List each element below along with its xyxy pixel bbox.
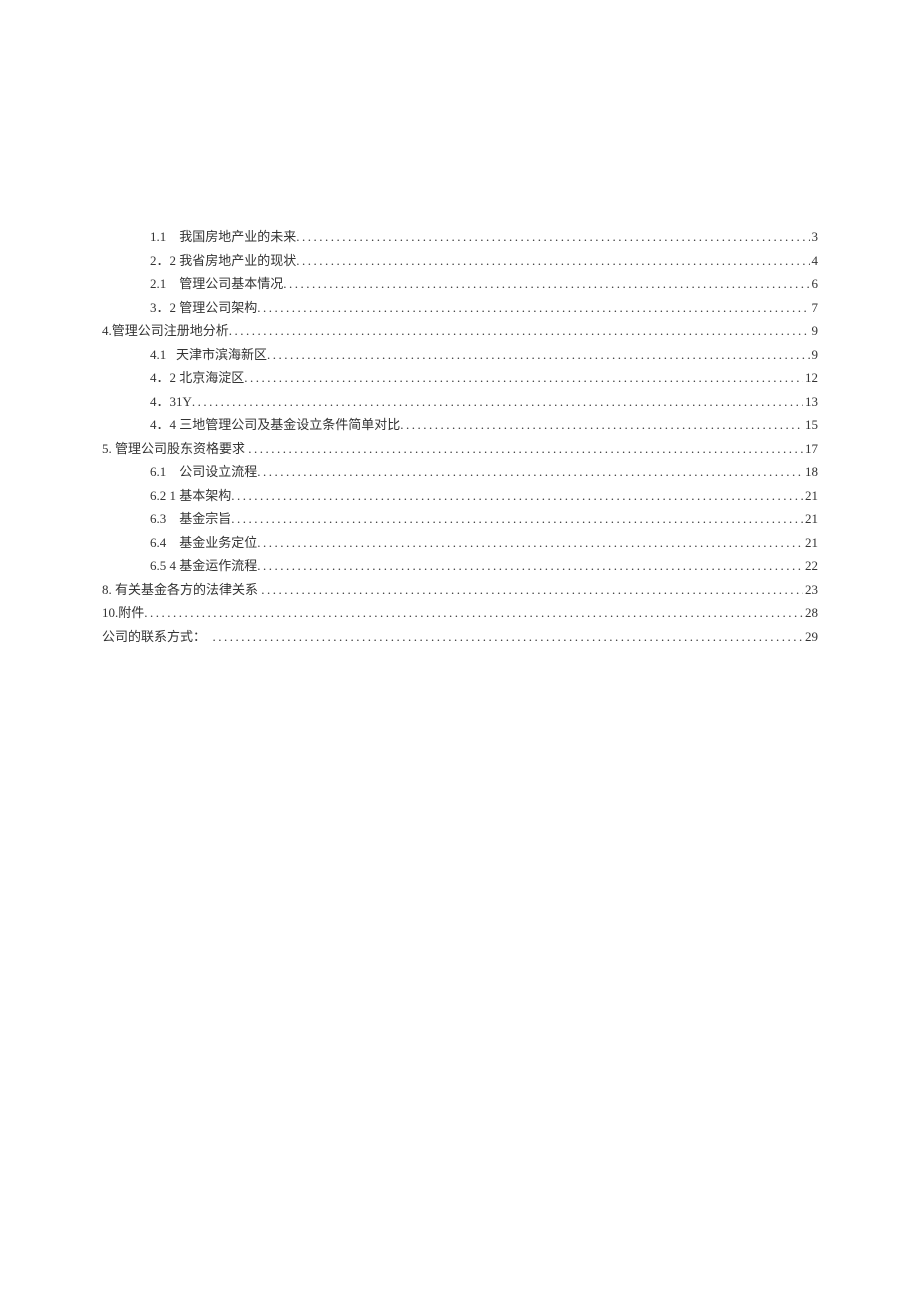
toc-entry: 4. 管理公司注册地分析 9	[102, 319, 818, 343]
toc-entry-title: 管理公司基本情况	[166, 272, 283, 296]
toc-entry-num: 8.	[102, 578, 112, 602]
toc-entry-page: 29	[803, 625, 818, 649]
toc-leader	[261, 578, 803, 602]
toc-leader	[267, 343, 809, 367]
toc-entry: 3． 2 管理公司架构 7	[102, 296, 818, 320]
toc-leader	[192, 390, 803, 414]
toc-entry-num: 4.	[102, 319, 112, 343]
toc-entry: 4． 4 三地管理公司及基金设立条件简单对比 15	[102, 413, 818, 437]
toc-entry: 6.4 基金业务定位 21	[102, 531, 818, 555]
toc-entry-page: 9	[810, 319, 819, 343]
toc-entry-num: 6.4	[150, 531, 166, 555]
toc-entry-title: 天津市滨海新区	[166, 343, 267, 367]
toc-entry-num: 4．	[150, 390, 170, 414]
toc-entry-title: 附件	[118, 601, 144, 625]
toc-entry: 4． 31Y 13	[102, 390, 818, 414]
toc-entry-num: 4．	[150, 413, 170, 437]
toc-leader	[244, 366, 803, 390]
toc-entry-num: 1.1	[150, 225, 166, 249]
toc-entry: 6.1 公司设立流程 18	[102, 460, 818, 484]
toc-entry-page: 18	[803, 460, 818, 484]
toc-entry: 4． 2 北京海淀区 12	[102, 366, 818, 390]
toc-entry-page: 22	[803, 554, 818, 578]
toc-entry-num: 6.5	[150, 554, 166, 578]
toc-leader	[231, 507, 803, 531]
toc-leader	[296, 249, 809, 273]
toc-leader	[229, 319, 810, 343]
toc-entry-page: 21	[803, 507, 818, 531]
toc-entry: 10. 附件 28	[102, 601, 818, 625]
toc-entry-page: 12	[803, 366, 818, 390]
toc-leader	[213, 625, 803, 649]
toc-entry-page: 23	[803, 578, 818, 602]
toc-leader	[257, 554, 803, 578]
toc-entry-title: 2 管理公司架构	[170, 296, 258, 320]
toc-entry-page: 28	[803, 601, 818, 625]
toc-entry-page: 7	[810, 296, 819, 320]
toc-entry-num: 4．	[150, 366, 170, 390]
toc-entry-page: 17	[803, 437, 818, 461]
toc-entry: 2.1 管理公司基本情况 6	[102, 272, 818, 296]
toc-entry: 6.3 基金宗旨 21	[102, 507, 818, 531]
toc-container: 1.1 我国房地产业的未来 3 2． 2 我省房地产业的现状 4 2.1 管理公…	[102, 225, 818, 648]
toc-entry-title: 我国房地产业的未来	[166, 225, 296, 249]
toc-entry-num: 2．	[150, 249, 170, 273]
toc-entry-num: 5.	[102, 437, 112, 461]
toc-entry-page: 21	[803, 531, 818, 555]
toc-entry-page: 6	[810, 272, 819, 296]
toc-entry: 1.1 我国房地产业的未来 3	[102, 225, 818, 249]
toc-leader	[257, 296, 809, 320]
toc-entry-title: 公司设立流程	[166, 460, 257, 484]
toc-entry-page: 3	[810, 225, 819, 249]
toc-entry-num: 6.3	[150, 507, 166, 531]
toc-leader	[248, 437, 803, 461]
toc-entry-title: 基金宗旨	[166, 507, 231, 531]
toc-entry-title: 管理公司注册地分析	[112, 319, 229, 343]
toc-entry: 公司的联系方式： 29	[102, 625, 818, 649]
toc-entry-title: 2 北京海淀区	[170, 366, 245, 390]
toc-entry-num: 3．	[150, 296, 170, 320]
toc-entry-title: 31Y	[170, 390, 192, 414]
toc-leader	[144, 601, 803, 625]
toc-entry-page: 13	[803, 390, 818, 414]
toc-leader	[400, 413, 803, 437]
toc-entry-title: 2 我省房地产业的现状	[170, 249, 297, 273]
toc-leader	[231, 484, 803, 508]
toc-entry-title: 4 三地管理公司及基金设立条件简单对比	[170, 413, 401, 437]
toc-entry-title: 管理公司股东资格要求	[112, 437, 249, 461]
toc-entry-page: 9	[810, 343, 819, 367]
toc-entry-title: 1 基本架构	[166, 484, 231, 508]
toc-entry-num: 6.2	[150, 484, 166, 508]
toc-entry-num: 4.1	[150, 343, 166, 367]
toc-entry-page: 21	[803, 484, 818, 508]
toc-entry: 5. 管理公司股东资格要求 17	[102, 437, 818, 461]
toc-entry: 4.1 天津市滨海新区 9	[102, 343, 818, 367]
toc-entry-page: 15	[803, 413, 818, 437]
toc-entry-page: 4	[810, 249, 819, 273]
toc-leader	[283, 272, 809, 296]
toc-entry-num: 10.	[102, 601, 118, 625]
toc-entry-num: 6.1	[150, 460, 166, 484]
toc-entry-title: 有关基金各方的法律关系	[112, 578, 262, 602]
toc-leader	[257, 531, 803, 555]
toc-entry: 2． 2 我省房地产业的现状 4	[102, 249, 818, 273]
toc-entry-title: 公司的联系方式：	[102, 625, 213, 649]
toc-leader	[296, 225, 809, 249]
toc-entry: 8. 有关基金各方的法律关系 23	[102, 578, 818, 602]
toc-entry: 6.5 4 基金运作流程 22	[102, 554, 818, 578]
toc-entry-title: 4 基金运作流程	[166, 554, 257, 578]
toc-entry: 6.2 1 基本架构 21	[102, 484, 818, 508]
toc-entry-title: 基金业务定位	[166, 531, 257, 555]
toc-entry-num: 2.1	[150, 272, 166, 296]
toc-leader	[257, 460, 803, 484]
